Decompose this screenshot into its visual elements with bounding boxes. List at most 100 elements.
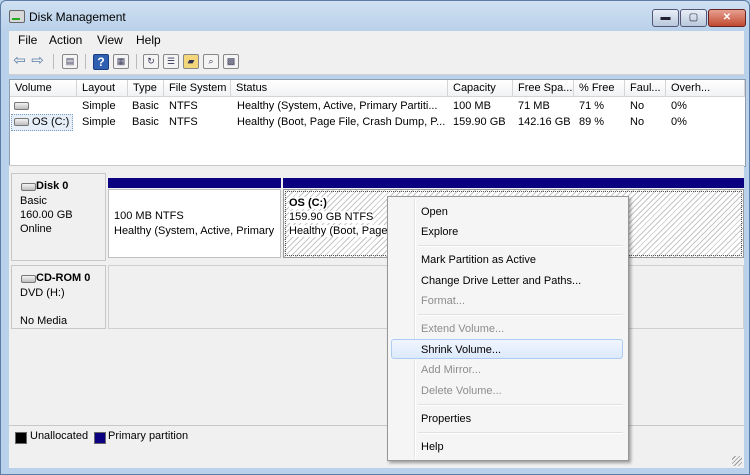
cell-type: Basic [132,116,159,128]
menu-separator [418,314,623,316]
toolbar-separator [136,54,137,69]
menu-item-explore[interactable]: Explore [391,221,623,241]
hard-disk-icon [21,183,36,191]
disk-management-window: Disk Management ▬ ▢ ✕ File Action View H… [0,0,750,475]
status-bar [9,446,744,468]
resize-grip[interactable] [732,456,742,466]
menu-help[interactable]: Help [136,33,161,47]
properties-pane-icon[interactable]: ▦ [113,54,129,69]
menu-separator [418,245,623,247]
disk-0-label[interactable]: Disk 0 Basic 160.00 GB Online [11,173,106,261]
column-header-overhead[interactable]: Overh... [666,80,745,97]
menu-action[interactable]: Action [49,33,82,47]
volume-drive-icon [14,102,29,110]
menu-item-delete-volume: Delete Volume... [421,385,502,397]
column-header-layout[interactable]: Layout [77,80,128,97]
close-button[interactable]: ✕ [708,9,746,27]
disk-0-state: Online [20,223,52,235]
open-folder-icon[interactable]: ▰ [183,54,199,69]
menu-item-extend-volume: Extend Volume... [421,323,505,335]
cell-capacity: 100 MB [453,100,491,112]
legend-label-primary: Primary partition [108,430,189,442]
partition-type-bar [283,178,744,188]
title-bar[interactable]: Disk Management ▬ ▢ ✕ [1,1,749,31]
cdrom-0-label[interactable]: CD-ROM 0 DVD (H:) No Media [11,265,106,329]
legend-swatch-primary [94,432,106,444]
legend-label-unallocated: Unallocated [30,430,89,442]
cell-free-space: 71 MB [518,100,550,112]
legend-swatch-unallocated [15,432,27,444]
partition-size: 159.90 GB NTFS [289,211,374,223]
refresh-icon[interactable]: ↻ [143,54,159,69]
disk-graphical-view: Disk 0 Basic 160.00 GB Online 100 MB NTF… [9,171,744,425]
menu-item-format: Format... [421,295,466,307]
column-header-free-space[interactable]: Free Spa... [513,80,574,97]
cell-status: Healthy (Boot, Page File, Crash Dump, P.… [237,116,446,128]
disk-management-app-icon [9,10,25,23]
disk-0-name: Disk 0 [36,180,69,192]
toolbar-separator [53,54,54,69]
disk-0-type: Basic [20,195,47,207]
cell-fault-tolerance: No [630,116,645,128]
cell-overhead: 0% [671,116,687,128]
table-row[interactable]: Simple Basic NTFS Healthy (System, Activ… [10,99,745,114]
menu-item-mark-active[interactable]: Mark Partition as Active [391,249,623,269]
cdrom-0-state: No Media [20,315,68,327]
partition-name: OS (C:) [289,197,327,209]
cell-fault-tolerance: No [630,100,645,112]
cd-drive-icon [21,275,36,283]
cdrom-0-type: DVD (H:) [20,287,65,299]
menu-item-properties[interactable]: Properties [391,408,623,428]
column-header-volume[interactable]: Volume [10,80,77,97]
partition-status: Healthy (Boot, Page [289,225,388,237]
partition-context-menu: Open Explore Mark Partition as Active Ch… [387,196,629,461]
disk-settings-icon[interactable]: ▩ [223,54,239,69]
volume-list: Volume Layout Type File System Status Ca… [9,79,746,167]
window-title: Disk Management [29,10,126,24]
table-row[interactable]: OS (C:) Simple Basic NTFS Healthy (Boot,… [10,115,745,130]
column-header-percent-free[interactable]: % Free [574,80,625,97]
maximize-button[interactable]: ▢ [680,9,707,27]
column-header-type[interactable]: Type [128,80,164,97]
search-icon[interactable]: ⌕ [203,54,219,69]
menu-item-shrink-volume[interactable]: Shrink Volume... [391,339,623,359]
column-header-capacity[interactable]: Capacity [448,80,513,97]
column-header-status[interactable]: Status [231,80,448,97]
minimize-button[interactable]: ▬ [652,9,679,27]
console-tree-icon[interactable]: ▤ [62,54,78,69]
cell-capacity: 159.90 GB [453,116,506,128]
partition-system-reserved[interactable]: 100 MB NTFS Healthy (System, Active, Pri… [108,189,281,258]
disk-0-size: 160.00 GB [20,209,73,221]
menu-item-add-mirror: Add Mirror... [421,364,481,376]
volume-drive-icon [14,118,29,126]
cell-file-system: NTFS [169,100,198,112]
menu-item-open[interactable]: Open [391,201,623,221]
menu-bar: File Action View Help [9,31,744,49]
menu-item-help[interactable]: Help [391,436,623,456]
menu-file[interactable]: File [18,33,37,47]
toolbar: ⇦ ⇨ ▤ ? ▦ ↻ ☰ ▰ ⌕ ▩ [9,49,744,75]
menu-item-change-drive-letter[interactable]: Change Drive Letter and Paths... [391,270,623,290]
partition-type-bar [108,178,281,188]
cell-percent-free: 71 % [579,100,605,112]
cell-status: Healthy (System, Active, Primary Partiti… [237,100,438,112]
menu-separator [418,432,623,434]
column-header-file-system[interactable]: File System [164,80,231,97]
cell-type: Basic [132,100,159,112]
cell-layout: Simple [82,100,116,112]
partition-size: 100 MB NTFS [114,210,184,222]
help-icon[interactable]: ? [93,54,109,70]
menu-separator [418,404,623,406]
cdrom-0-name: CD-ROM 0 [36,272,91,284]
legend: Unallocated Primary partition [9,425,744,446]
cell-volume: OS (C:) [32,116,70,128]
back-arrow-icon[interactable]: ⇦ [11,53,28,69]
cell-file-system: NTFS [169,116,198,128]
cell-layout: Simple [82,116,116,128]
menu-view[interactable]: View [97,33,123,47]
toolbar-separator [85,54,86,69]
column-header-fault-tolerance[interactable]: Faul... [625,80,666,97]
cell-free-space: 142.16 GB [518,116,571,128]
forward-arrow-icon[interactable]: ⇨ [29,53,46,69]
properties-icon[interactable]: ☰ [163,54,179,69]
